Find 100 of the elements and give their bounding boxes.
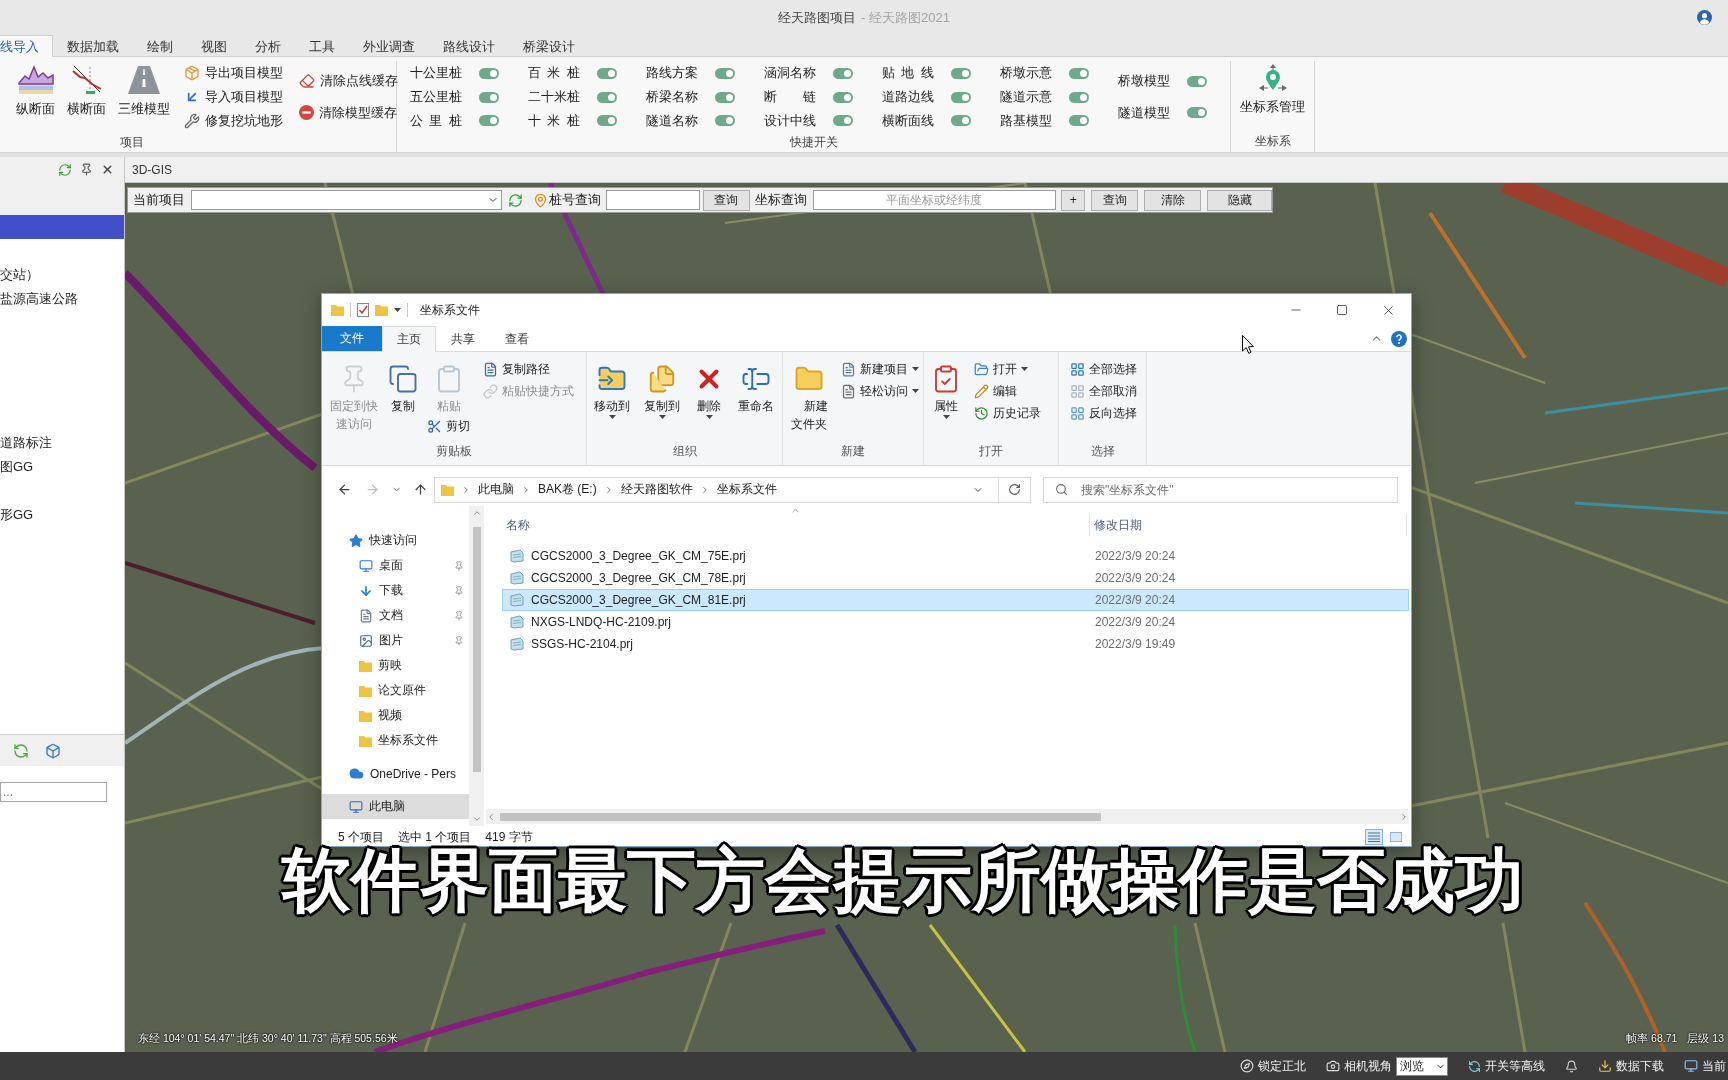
- cross-section-button[interactable]: 横断面: [63, 61, 110, 120]
- toggle-switch[interactable]: [833, 67, 853, 79]
- copy-to-button[interactable]: 复制到: [641, 358, 683, 419]
- scrollbar-thumb[interactable]: [500, 812, 1101, 821]
- coordinate-system-button[interactable]: 坐标系管理: [1236, 61, 1309, 118]
- nav-item[interactable]: 下载: [322, 578, 469, 603]
- toolbar-button[interactable]: 隐藏: [1207, 189, 1272, 211]
- delete-button[interactable]: 删除: [691, 358, 727, 419]
- breadcrumb[interactable]: 经天路图软件: [620, 481, 693, 498]
- copy-path-button[interactable]: 复制路径: [480, 358, 553, 380]
- nav-item[interactable]: 快速访问: [322, 528, 469, 553]
- map-pin-icon[interactable]: [532, 192, 548, 208]
- nav-item[interactable]: 桌面: [322, 553, 469, 578]
- toggle-switch[interactable]: [1187, 107, 1207, 119]
- refresh-icon[interactable]: [507, 192, 523, 208]
- query-button[interactable]: 查询: [702, 189, 750, 211]
- toggle-switch[interactable]: [951, 115, 971, 127]
- toggle-switch[interactable]: [1069, 91, 1089, 103]
- toggle-switch[interactable]: [951, 67, 971, 79]
- copy-button[interactable]: 复制: [385, 358, 421, 415]
- edit-button[interactable]: 编辑: [971, 380, 1020, 402]
- tree-item[interactable]: 道路标注: [0, 431, 124, 455]
- nav-item[interactable]: 剪映: [322, 653, 469, 678]
- toggle-switch[interactable]: [833, 91, 853, 103]
- vertical-scrollbar[interactable]: [469, 506, 484, 826]
- ribbon-tab[interactable]: 工具: [295, 35, 349, 57]
- file-row[interactable]: CGCS2000_3_Degree_GK_CM_78E.prj 2022/3/9 20:24: [502, 567, 1409, 589]
- nav-item[interactable]: 此电脑: [322, 794, 469, 819]
- breadcrumb[interactable]: BAK卷 (E:): [538, 481, 597, 498]
- toolbar-button[interactable]: 查询: [1091, 189, 1139, 211]
- ribbon-tab[interactable]: 共享: [436, 326, 490, 352]
- column-header[interactable]: 修改日期: [1090, 514, 1407, 536]
- toolbar-button[interactable]: 清除: [1144, 189, 1202, 211]
- toggle-switch[interactable]: [951, 91, 971, 103]
- ribbon-tab[interactable]: 查看: [490, 326, 544, 352]
- contour-toggle[interactable]: 开关等高线: [1468, 1057, 1545, 1075]
- tiles-view-button[interactable]: [1387, 829, 1405, 845]
- toggle-switch[interactable]: [597, 67, 617, 79]
- camera-mode-select[interactable]: 浏览: [1396, 1056, 1448, 1076]
- document-tab[interactable]: 3D-GIS: [128, 157, 176, 182]
- toggle-switch[interactable]: [479, 115, 499, 127]
- pin-icon[interactable]: [80, 163, 93, 176]
- current-view-button[interactable]: 当前: [1684, 1057, 1726, 1075]
- scrollbar-thumb[interactable]: [472, 527, 481, 772]
- toggle-switch[interactable]: [833, 115, 853, 127]
- add-button[interactable]: +: [1061, 189, 1086, 211]
- ribbon-tab[interactable]: 数据加载: [53, 35, 133, 57]
- file-menu-tab[interactable]: 文件: [322, 326, 382, 351]
- file-row[interactable]: CGCS2000_3_Degree_GK_CM_75E.prj 2022/3/9 20:24: [502, 545, 1409, 567]
- search-field[interactable]: 搜索"坐标系文件": [1043, 476, 1398, 503]
- nav-item[interactable]: 图片: [322, 628, 469, 653]
- clear-line-cache-button[interactable]: 清除点线缓存: [297, 69, 400, 93]
- profile-button[interactable]: 纵断面: [12, 61, 59, 120]
- file-row[interactable]: NXGS-LNDQ-HC-2109.prj 2022/3/9 20:24: [502, 611, 1409, 633]
- history-button[interactable]: 历史记录: [971, 402, 1044, 424]
- refresh-icon[interactable]: [13, 742, 29, 759]
- cut-button[interactable]: 剪切: [424, 415, 473, 437]
- toggle-switch[interactable]: [479, 91, 499, 103]
- import-model-button[interactable]: 导入项目模型: [182, 85, 285, 109]
- refresh-icon[interactable]: [58, 163, 72, 177]
- clear-model-cache-button[interactable]: 清除模型缓存: [297, 101, 400, 125]
- toggle-switch[interactable]: [597, 115, 617, 127]
- invert-selection-button[interactable]: 反向选择: [1067, 402, 1140, 424]
- rename-button[interactable]: 重命名: [735, 358, 777, 415]
- stake-input[interactable]: [605, 190, 700, 210]
- data-download-button[interactable]: 数据下载: [1598, 1057, 1664, 1075]
- help-icon[interactable]: [1391, 330, 1407, 347]
- breadcrumb[interactable]: 此电脑: [478, 481, 514, 498]
- toggle-switch[interactable]: [715, 115, 735, 127]
- export-model-button[interactable]: 导出项目模型: [182, 61, 285, 85]
- horizontal-scrollbar[interactable]: [486, 809, 1409, 824]
- lock-north-toggle[interactable]: 锁定正北: [1240, 1057, 1306, 1075]
- nav-item[interactable]: OneDrive - Pers: [322, 761, 469, 786]
- ribbon-tab[interactable]: 路线设计: [429, 35, 509, 57]
- column-header[interactable]: 名称: [502, 514, 1090, 536]
- tree-item[interactable]: 交站）: [0, 263, 124, 287]
- tree-item[interactable]: 盐源高速公路: [0, 287, 124, 311]
- ribbon-tab[interactable]: 线导入: [0, 35, 53, 57]
- file-row[interactable]: CGCS2000_3_Degree_GK_CM_81E.prj 2022/3/9 20:24: [502, 589, 1409, 611]
- three-d-model-button[interactable]: 三维模型: [114, 61, 174, 120]
- toggle-switch[interactable]: [715, 67, 735, 79]
- ribbon-tab[interactable]: 外业调查: [349, 35, 429, 57]
- toggle-switch[interactable]: [1187, 75, 1207, 87]
- ribbon-tab[interactable]: 主页: [382, 326, 436, 352]
- tree-item[interactable]: 形GG: [0, 503, 124, 527]
- repair-terrain-button[interactable]: 修复挖坑地形: [182, 109, 285, 133]
- ribbon-tab[interactable]: 绘制: [133, 35, 187, 57]
- new-item-button[interactable]: 新建项目: [838, 358, 922, 380]
- search-field[interactable]: ...: [0, 782, 107, 802]
- tree-item[interactable]: 图GG: [0, 455, 124, 479]
- new-folder-button[interactable]: 新建文件夹: [787, 358, 831, 433]
- file-row[interactable]: SSGS-HC-2104.prj 2022/3/9 19:49: [502, 633, 1409, 655]
- breadcrumb[interactable]: 坐标系文件: [716, 481, 777, 498]
- toggle-switch[interactable]: [1069, 115, 1089, 127]
- nav-item[interactable]: 论文原件: [322, 678, 469, 703]
- ribbon-tab[interactable]: 视图: [187, 35, 241, 57]
- nav-item[interactable]: 视频: [322, 703, 469, 728]
- select-all-button[interactable]: 全部选择: [1067, 358, 1140, 380]
- open-button[interactable]: 打开: [971, 358, 1031, 380]
- properties-button[interactable]: 属性: [928, 358, 964, 419]
